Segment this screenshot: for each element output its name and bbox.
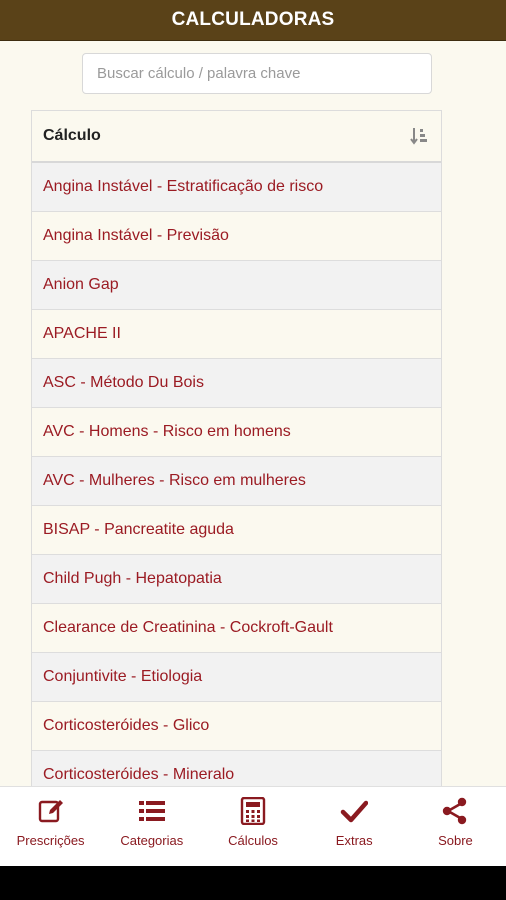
system-navigation-bar bbox=[0, 866, 506, 900]
search-input[interactable] bbox=[82, 53, 432, 94]
nav-sobre[interactable]: Sobre bbox=[405, 787, 506, 867]
nav-label: Prescrições bbox=[16, 833, 85, 848]
bottom-navigation: Prescrições Categorias Cálculos Extras S… bbox=[0, 786, 506, 867]
sort-icon[interactable] bbox=[410, 126, 430, 146]
table-header: Cálculo bbox=[32, 111, 441, 163]
calculator-icon bbox=[240, 797, 266, 825]
table-row[interactable]: AVC - Homens - Risco em homens bbox=[32, 408, 441, 457]
table-row[interactable]: AVC - Mulheres - Risco em mulheres bbox=[32, 457, 441, 506]
table-row[interactable]: Corticosteróides - Glico bbox=[32, 702, 441, 751]
table-row[interactable]: Conjuntivite - Etiologia bbox=[32, 653, 441, 702]
table-row[interactable]: APACHE II bbox=[32, 310, 441, 359]
table-row[interactable]: Anion Gap bbox=[32, 261, 441, 310]
table-row[interactable]: ASC - Método Du Bois bbox=[32, 359, 441, 408]
check-icon bbox=[340, 800, 369, 823]
calculations-table: Cálculo Angina Instável - Estratificação… bbox=[31, 110, 442, 786]
share-icon bbox=[443, 797, 467, 825]
table-row[interactable]: Angina Instável - Estratificação de risc… bbox=[32, 163, 441, 212]
page-title: CALCULADORAS bbox=[171, 9, 335, 30]
nav-extras[interactable]: Extras bbox=[304, 787, 405, 867]
nav-label: Categorias bbox=[120, 833, 184, 848]
nav-calculos[interactable]: Cálculos bbox=[202, 787, 303, 867]
edit-icon bbox=[38, 800, 63, 823]
table-row[interactable]: Child Pugh - Hepatopatia bbox=[32, 555, 441, 604]
table-row[interactable]: Corticosteróides - Mineralo bbox=[32, 751, 441, 786]
table-body: Angina Instável - Estratificação de risc… bbox=[32, 163, 441, 786]
nav-prescricoes[interactable]: Prescrições bbox=[0, 787, 101, 867]
table-row[interactable]: BISAP - Pancreatite aguda bbox=[32, 506, 441, 555]
app-header: CALCULADORAS bbox=[0, 0, 506, 41]
table-row[interactable]: Angina Instável - Previsão bbox=[32, 212, 441, 261]
nav-label: Extras bbox=[335, 833, 373, 848]
table-row[interactable]: Clearance de Creatinina - Cockroft-Gault bbox=[32, 604, 441, 653]
nav-categorias[interactable]: Categorias bbox=[101, 787, 202, 867]
nav-label: Sobre bbox=[438, 833, 473, 848]
list-icon bbox=[138, 801, 165, 821]
column-header-calculo: Cálculo bbox=[43, 127, 101, 144]
nav-label: Cálculos bbox=[228, 833, 278, 848]
